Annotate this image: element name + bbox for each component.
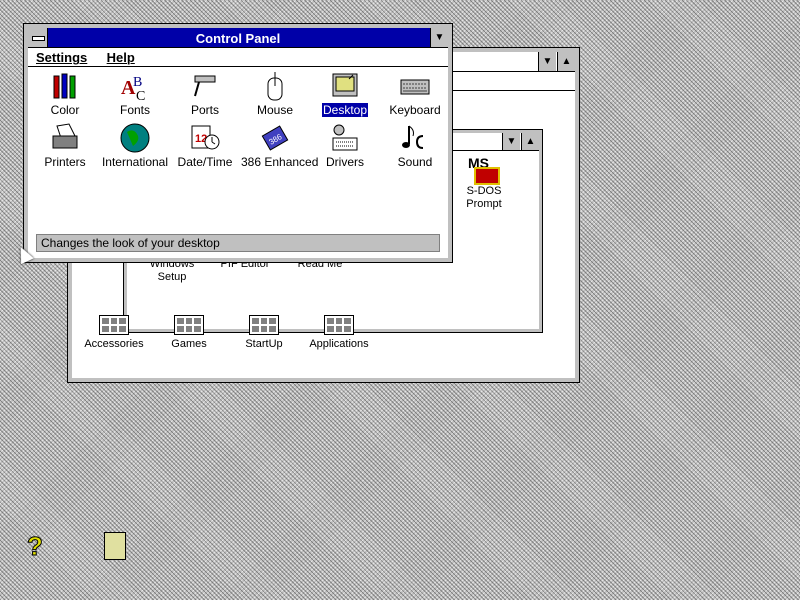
svg-text:B: B (133, 75, 142, 90)
help-question-icon: ? (27, 531, 44, 561)
item-printers[interactable]: Printers (30, 122, 100, 169)
control-panel-titlebar[interactable]: Control Panel ▼ (28, 28, 448, 48)
item-date-time[interactable]: 12 Date/Time (170, 122, 240, 169)
minimize-button[interactable]: ▼ (502, 133, 520, 150)
program-group-icon (99, 315, 129, 335)
menu-settings[interactable]: Settings (28, 48, 95, 65)
drivers-icon (329, 122, 361, 154)
svg-text:C: C (136, 89, 145, 102)
group-games[interactable]: Games (149, 315, 229, 350)
msdos-icon: MS (468, 155, 500, 185)
item-desktop[interactable]: Desktop (310, 70, 380, 117)
program-group-icon (174, 315, 204, 335)
desktop-icon (329, 70, 361, 102)
item-drivers[interactable]: Drivers (310, 122, 380, 169)
calendar-clock-icon: 12 (189, 122, 221, 154)
item-sound[interactable]: Sound (380, 122, 450, 169)
program-group-icon (324, 315, 354, 335)
maximize-button[interactable]: ▲ (521, 133, 539, 150)
msdos-label: S-DOS Prompt (466, 185, 502, 210)
group-startup[interactable]: StartUp (224, 315, 304, 350)
window-title: Control Panel (195, 31, 281, 46)
item-keyboard[interactable]: Keyboard (380, 70, 450, 117)
fonts-icon: ABC (119, 70, 151, 104)
printer-icon (49, 122, 81, 154)
minimize-button[interactable]: ▼ (430, 28, 448, 47)
status-bar: Changes the look of your desktop (36, 234, 440, 252)
group-applications[interactable]: Applications (299, 315, 379, 350)
item-386-enhanced[interactable]: 386 386 Enhanced (240, 122, 318, 169)
desktop-icon-file-manager[interactable]: ? (0, 531, 70, 561)
group-accessories[interactable]: Accessories (74, 315, 154, 350)
msdos-prompt-item[interactable]: MS S-DOS Prompt (449, 155, 519, 211)
desktop-icon-help[interactable] (80, 532, 150, 560)
control-panel-window: Control Panel ▼ Settings Help Color ABC … (23, 23, 453, 263)
item-international[interactable]: International (100, 122, 170, 169)
control-panel-menubar: Settings Help (28, 48, 448, 67)
item-ports[interactable]: Ports (170, 70, 240, 117)
music-note-icon (399, 122, 431, 154)
ports-icon (189, 70, 221, 102)
file-cabinet-icon (104, 532, 126, 560)
chip-icon: 386 (259, 122, 291, 154)
item-fonts[interactable]: ABC Fonts (100, 70, 170, 117)
menu-help[interactable]: Help (99, 48, 143, 65)
globe-icon (119, 122, 151, 154)
color-crayons-icon (49, 70, 81, 102)
minimize-button[interactable]: ▼ (538, 52, 556, 71)
item-color[interactable]: Color (30, 70, 100, 117)
item-mouse[interactable]: Mouse (240, 70, 310, 117)
mouse-icon (259, 70, 291, 102)
maximize-button[interactable]: ▲ (557, 52, 575, 71)
dos-logo-shape (474, 167, 500, 185)
program-group-icon (249, 315, 279, 335)
system-menu-button[interactable] (28, 28, 48, 47)
keyboard-icon (399, 70, 431, 102)
